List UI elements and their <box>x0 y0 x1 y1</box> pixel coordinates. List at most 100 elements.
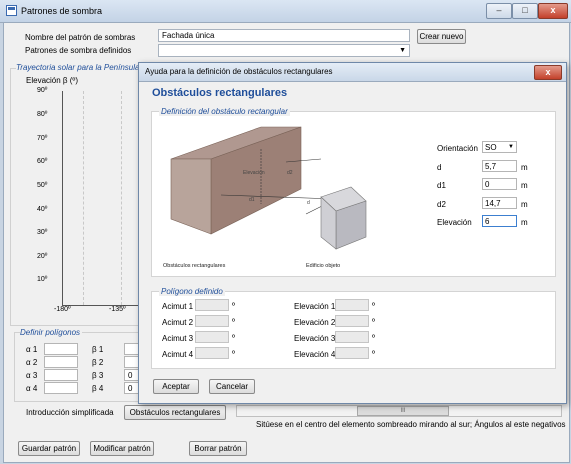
elevation-4-value <box>335 347 369 359</box>
diagram-d2-label: d2 <box>287 170 293 176</box>
elevation-2-value <box>335 315 369 327</box>
elevation-4-deg: º <box>372 349 375 358</box>
elevation-4-label: Elevación 4 <box>294 350 336 359</box>
dialog-close-button[interactable]: x <box>534 65 562 80</box>
elevation-1-value <box>335 299 369 311</box>
pattern-name-input[interactable]: Fachada única <box>158 29 410 42</box>
elevation-label: Elevación <box>437 218 472 227</box>
alpha-3-label: α 3 <box>26 371 38 380</box>
chart-y-title: Elevación β (º) <box>26 76 78 85</box>
modify-pattern-button[interactable]: Modificar patrón <box>90 441 154 456</box>
alpha-4-label: α 4 <box>26 384 38 393</box>
azimuth-2-value <box>195 315 229 327</box>
orientation-hint: Sitúese en el centro del elemento sombre… <box>256 420 566 429</box>
create-new-button[interactable]: Crear nuevo <box>417 29 466 44</box>
elevation-2-deg: º <box>372 317 375 326</box>
elevation-1-deg: º <box>372 301 375 310</box>
alpha-2-input[interactable] <box>44 356 78 368</box>
orientation-value: SO <box>485 143 497 152</box>
horizontal-scrollbar[interactable]: III <box>236 405 562 417</box>
orientation-label: Orientación <box>437 144 478 153</box>
save-pattern-button[interactable]: Guardar patrón <box>18 441 80 456</box>
cancel-button[interactable]: Cancelar <box>209 379 255 394</box>
maximize-button[interactable]: □ <box>512 3 538 19</box>
accept-button[interactable]: Aceptar <box>153 379 199 394</box>
y-tick-50: 50º <box>37 182 48 189</box>
caption-rect-obstacles: Obstáculos rectangulares <box>163 263 226 269</box>
d-input[interactable]: 5,7 <box>482 160 517 172</box>
x-tick-minus-135: -135º <box>109 306 126 313</box>
elevation-1-label: Elevación 1 <box>294 302 336 311</box>
alpha-3-input[interactable] <box>44 369 78 381</box>
rectangular-obstacles-button[interactable]: Obstáculos rectangulares <box>124 405 226 420</box>
chart-gridline <box>121 91 122 305</box>
diagram-d1-label: d1 <box>249 197 255 203</box>
window-titlebar: Patrones de sombra – □ x <box>0 0 571 23</box>
dialog-heading: Obstáculos rectangulares <box>152 87 288 99</box>
diagram-elevation-label: Elevación <box>243 170 265 176</box>
d2-input[interactable]: 14,7 <box>482 197 517 209</box>
orientation-select[interactable]: SO ▼ <box>482 141 517 153</box>
azimuth-2-label: Acimut 2 <box>162 318 194 327</box>
azimuth-1-deg: º <box>232 301 235 310</box>
d-unit: m <box>521 163 528 172</box>
defined-patterns-select[interactable]: ▼ <box>158 44 410 57</box>
chevron-down-icon: ▼ <box>399 47 406 54</box>
beta-3-label: β 3 <box>92 371 104 380</box>
elevation-3-value <box>335 331 369 343</box>
x-tick-minus-180: -180º <box>54 306 71 313</box>
azimuth-4-value <box>195 347 229 359</box>
azimuth-1-value <box>195 299 229 311</box>
simplified-input-label: Introducción simplificada <box>26 408 114 417</box>
y-tick-20: 20º <box>37 253 48 260</box>
y-tick-70: 70º <box>37 135 48 142</box>
minimize-button[interactable]: – <box>486 3 512 19</box>
beta-4-label: β 4 <box>92 384 104 393</box>
rect-obstacles-dialog: Ayuda para la definición de obstáculos r… <box>138 62 567 404</box>
diagram-d-label: d <box>307 200 310 206</box>
d1-input[interactable]: 0 <box>482 178 517 190</box>
polygon-defined-title: Polígono definido <box>159 287 225 296</box>
chart-plot-area <box>62 91 145 306</box>
defined-patterns-label: Patrones de sombra definidos <box>25 46 132 55</box>
azimuth-1-label: Acimut 1 <box>162 302 194 311</box>
alpha-2-label: α 2 <box>26 358 38 367</box>
y-tick-90: 90º <box>37 87 48 94</box>
d1-unit: m <box>521 181 528 190</box>
d2-unit: m <box>521 200 528 209</box>
elevation-unit: m <box>521 218 528 227</box>
pattern-name-label: Nombre del patrón de sombras <box>25 33 136 42</box>
elevation-3-deg: º <box>372 333 375 342</box>
elevation-2-label: Elevación 2 <box>294 318 336 327</box>
alpha-1-input[interactable] <box>44 343 78 355</box>
beta-2-label: β 2 <box>92 358 104 367</box>
caption-target-building: Edificio objeto <box>306 263 340 269</box>
azimuth-4-deg: º <box>232 349 235 358</box>
chevron-down-icon: ▼ <box>508 144 514 150</box>
scrollbar-thumb[interactable]: III <box>357 406 449 416</box>
window-title: Patrones de sombra <box>21 6 103 16</box>
elevation-input[interactable]: 6 <box>482 215 517 227</box>
d1-label: d1 <box>437 181 446 190</box>
y-tick-80: 80º <box>37 111 48 118</box>
app-icon <box>6 5 17 16</box>
azimuth-4-label: Acimut 4 <box>162 350 194 359</box>
obstacle-diagram: Elevación d2 d1 d Obstáculos rectangular… <box>163 126 367 269</box>
azimuth-3-deg: º <box>232 333 235 342</box>
chart-gridline <box>83 91 84 305</box>
d-label: d <box>437 163 442 172</box>
y-tick-10: 10º <box>37 276 48 283</box>
close-button[interactable]: x <box>538 3 568 19</box>
d2-label: d2 <box>437 200 446 209</box>
elevation-3-label: Elevación 3 <box>294 334 336 343</box>
azimuth-3-value <box>195 331 229 343</box>
azimuth-3-label: Acimut 3 <box>162 334 194 343</box>
polygons-title: Definir polígonos <box>20 328 83 337</box>
alpha-4-input[interactable] <box>44 382 78 394</box>
definition-group-title: Definición del obstáculo rectangular <box>159 107 290 116</box>
y-tick-40: 40º <box>37 206 48 213</box>
azimuth-2-deg: º <box>232 317 235 326</box>
delete-pattern-button[interactable]: Borrar patrón <box>189 441 247 456</box>
dialog-title: Ayuda para la definición de obstáculos r… <box>145 67 333 76</box>
y-tick-60: 60º <box>37 158 48 165</box>
